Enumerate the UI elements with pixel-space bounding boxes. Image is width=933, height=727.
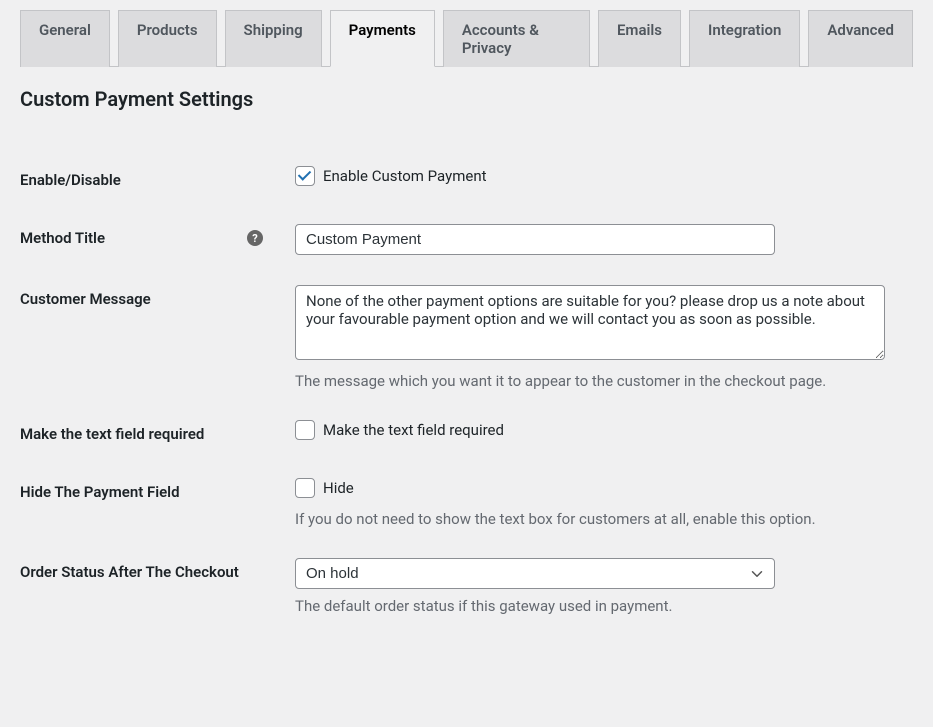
hide-field-label: Hide The Payment Field bbox=[20, 463, 285, 543]
order-status-select[interactable]: On hold bbox=[295, 558, 775, 589]
hide-field-checkbox[interactable] bbox=[295, 478, 315, 498]
tab-shipping[interactable]: Shipping bbox=[225, 10, 322, 67]
enable-disable-label: Enable/Disable bbox=[20, 151, 285, 209]
hide-field-text: Hide bbox=[323, 479, 354, 497]
tab-emails[interactable]: Emails bbox=[598, 10, 681, 67]
customer-message-textarea[interactable]: None of the other payment options are su… bbox=[295, 285, 885, 360]
text-required-label: Make the text field required bbox=[20, 405, 285, 463]
method-title-label: Method Title bbox=[20, 229, 105, 247]
page-title: Custom Payment Settings bbox=[20, 87, 913, 111]
tab-payments[interactable]: Payments bbox=[330, 10, 435, 67]
hide-field-description: If you do not need to show the text box … bbox=[295, 510, 903, 528]
settings-content: Custom Payment Settings Enable/Disable E… bbox=[0, 67, 933, 650]
method-title-input[interactable] bbox=[295, 224, 775, 255]
text-required-text: Make the text field required bbox=[323, 421, 504, 439]
text-required-wrapper[interactable]: Make the text field required bbox=[295, 420, 504, 440]
tab-general[interactable]: General bbox=[20, 10, 110, 67]
order-status-label: Order Status After The Checkout bbox=[20, 543, 285, 630]
tab-integration[interactable]: Integration bbox=[689, 10, 800, 67]
enable-custom-payment-text: Enable Custom Payment bbox=[323, 167, 487, 185]
customer-message-label: Customer Message bbox=[20, 270, 285, 405]
text-required-checkbox[interactable] bbox=[295, 420, 315, 440]
help-icon[interactable]: ? bbox=[247, 230, 263, 246]
tab-accounts-privacy[interactable]: Accounts & Privacy bbox=[443, 10, 590, 67]
order-status-description: The default order status if this gateway… bbox=[295, 597, 903, 615]
enable-custom-payment-wrapper[interactable]: Enable Custom Payment bbox=[295, 166, 487, 186]
customer-message-description: The message which you want it to appear … bbox=[295, 372, 903, 390]
enable-custom-payment-checkbox[interactable] bbox=[295, 166, 315, 186]
tab-advanced[interactable]: Advanced bbox=[808, 10, 913, 67]
tab-products[interactable]: Products bbox=[118, 10, 217, 67]
settings-form: Enable/Disable Enable Custom Payment Met… bbox=[20, 151, 913, 630]
settings-tabs: General Products Shipping Payments Accou… bbox=[20, 0, 913, 67]
hide-field-wrapper[interactable]: Hide bbox=[295, 478, 354, 498]
